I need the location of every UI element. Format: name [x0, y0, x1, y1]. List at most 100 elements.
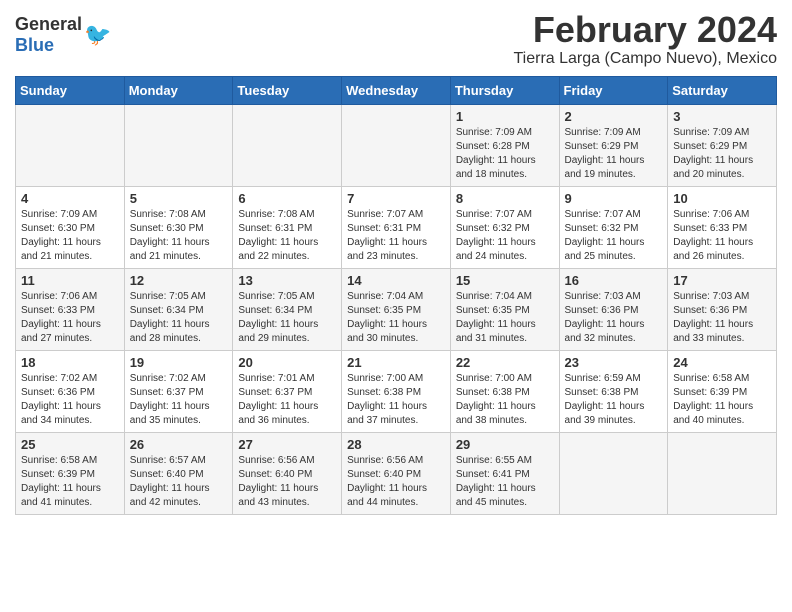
calendar-cell: 6 Sunrise: 7:08 AM Sunset: 6:31 PM Daylig…	[233, 186, 342, 268]
day-info: Sunrise: 7:04 AM Sunset: 6:35 PM Dayligh…	[347, 290, 445, 346]
day-number: 25	[21, 437, 119, 452]
calendar-cell: 7 Sunrise: 7:07 AM Sunset: 6:31 PM Daylig…	[342, 186, 451, 268]
day-info: Sunrise: 7:09 AM Sunset: 6:28 PM Dayligh…	[456, 126, 554, 182]
calendar-cell: 17Sunrise: 7:03 AM Sunset: 6:36 PM Dayli…	[668, 268, 777, 350]
logo: General Blue 🐦	[15, 14, 111, 56]
day-number: 14	[347, 273, 445, 288]
day-info: Sunrise: 7:08 AM Sunset: 6:30 PM Dayligh…	[130, 208, 228, 264]
calendar-cell: 1 Sunrise: 7:09 AM Sunset: 6:28 PM Daylig…	[450, 104, 559, 186]
calendar-cell	[124, 104, 233, 186]
calendar-week-4: 18 Sunrise: 7:02 AM Sunset: 6:36 PM Dayli…	[16, 350, 777, 432]
day-info: Sunrise: 7:09 AM Sunset: 6:29 PM Dayligh…	[565, 126, 663, 182]
logo-text: General Blue	[15, 14, 82, 56]
calendar-cell	[668, 432, 777, 514]
day-info: Sunrise: 6:55 AM Sunset: 6:41 PM Dayligh…	[456, 454, 554, 510]
day-number: 20	[238, 355, 336, 370]
calendar-week-2: 4 Sunrise: 7:09 AM Sunset: 6:30 PM Daylig…	[16, 186, 777, 268]
header-wednesday: Wednesday	[342, 76, 451, 104]
calendar-cell: 23 Sunrise: 6:59 AM Sunset: 6:38 PM Dayli…	[559, 350, 668, 432]
day-number: 6	[238, 191, 336, 206]
calendar-cell: 2Sunrise: 7:09 AM Sunset: 6:29 PM Daylig…	[559, 104, 668, 186]
header: General Blue 🐦 February 2024 Tierra Larg…	[15, 10, 777, 68]
calendar-cell: 10 Sunrise: 7:06 AM Sunset: 6:33 PM Dayli…	[668, 186, 777, 268]
calendar-week-3: 11 Sunrise: 7:06 AM Sunset: 6:33 PM Dayli…	[16, 268, 777, 350]
day-info: Sunrise: 7:09 AM Sunset: 6:29 PM Dayligh…	[673, 126, 771, 182]
day-info: Sunrise: 7:06 AM Sunset: 6:33 PM Dayligh…	[673, 208, 771, 264]
day-info: Sunrise: 7:07 AM Sunset: 6:32 PM Dayligh…	[456, 208, 554, 264]
calendar-cell: 25 Sunrise: 6:58 AM Sunset: 6:39 PM Dayli…	[16, 432, 125, 514]
day-info: Sunrise: 7:03 AM Sunset: 6:36 PM Dayligh…	[673, 290, 771, 346]
location-subtitle: Tierra Larga (Campo Nuevo), Mexico	[514, 50, 778, 68]
day-number: 28	[347, 437, 445, 452]
day-number: 22	[456, 355, 554, 370]
logo-general: General	[15, 14, 82, 34]
bird-icon: 🐦	[84, 22, 111, 48]
day-number: 24	[673, 355, 771, 370]
day-number: 18	[21, 355, 119, 370]
day-info: Sunrise: 7:06 AM Sunset: 6:33 PM Dayligh…	[21, 290, 119, 346]
header-friday: Friday	[559, 76, 668, 104]
calendar-cell: 20Sunrise: 7:01 AM Sunset: 6:37 PM Dayli…	[233, 350, 342, 432]
header-sunday: Sunday	[16, 76, 125, 104]
calendar-cell: 12 Sunrise: 7:05 AM Sunset: 6:34 PM Dayli…	[124, 268, 233, 350]
calendar-cell: 27Sunrise: 6:56 AM Sunset: 6:40 PM Dayli…	[233, 432, 342, 514]
day-number: 1	[456, 109, 554, 124]
calendar-cell: 29 Sunrise: 6:55 AM Sunset: 6:41 PM Dayli…	[450, 432, 559, 514]
day-info: Sunrise: 7:09 AM Sunset: 6:30 PM Dayligh…	[21, 208, 119, 264]
calendar-week-5: 25 Sunrise: 6:58 AM Sunset: 6:39 PM Dayli…	[16, 432, 777, 514]
header-thursday: Thursday	[450, 76, 559, 104]
day-info: Sunrise: 6:56 AM Sunset: 6:40 PM Dayligh…	[347, 454, 445, 510]
day-number: 15	[456, 273, 554, 288]
calendar-cell: 21 Sunrise: 7:00 AM Sunset: 6:38 PM Dayli…	[342, 350, 451, 432]
day-number: 21	[347, 355, 445, 370]
day-number: 7	[347, 191, 445, 206]
header-tuesday: Tuesday	[233, 76, 342, 104]
calendar-cell: 22 Sunrise: 7:00 AM Sunset: 6:38 PM Dayli…	[450, 350, 559, 432]
day-info: Sunrise: 6:56 AM Sunset: 6:40 PM Dayligh…	[238, 454, 336, 510]
day-info: Sunrise: 6:58 AM Sunset: 6:39 PM Dayligh…	[673, 372, 771, 428]
day-number: 26	[130, 437, 228, 452]
day-info: Sunrise: 7:00 AM Sunset: 6:38 PM Dayligh…	[347, 372, 445, 428]
calendar-cell: 3Sunrise: 7:09 AM Sunset: 6:29 PM Daylig…	[668, 104, 777, 186]
day-info: Sunrise: 7:05 AM Sunset: 6:34 PM Dayligh…	[130, 290, 228, 346]
day-number: 11	[21, 273, 119, 288]
calendar-header-row: SundayMondayTuesdayWednesdayThursdayFrid…	[16, 76, 777, 104]
day-number: 29	[456, 437, 554, 452]
day-info: Sunrise: 7:03 AM Sunset: 6:36 PM Dayligh…	[565, 290, 663, 346]
logo-blue: Blue	[15, 35, 54, 55]
day-info: Sunrise: 7:08 AM Sunset: 6:31 PM Dayligh…	[238, 208, 336, 264]
day-number: 8	[456, 191, 554, 206]
calendar-cell: 28 Sunrise: 6:56 AM Sunset: 6:40 PM Dayli…	[342, 432, 451, 514]
calendar-cell: 24 Sunrise: 6:58 AM Sunset: 6:39 PM Dayli…	[668, 350, 777, 432]
calendar-cell: 11 Sunrise: 7:06 AM Sunset: 6:33 PM Dayli…	[16, 268, 125, 350]
calendar-cell: 15 Sunrise: 7:04 AM Sunset: 6:35 PM Dayli…	[450, 268, 559, 350]
day-info: Sunrise: 7:04 AM Sunset: 6:35 PM Dayligh…	[456, 290, 554, 346]
header-saturday: Saturday	[668, 76, 777, 104]
day-info: Sunrise: 7:05 AM Sunset: 6:34 PM Dayligh…	[238, 290, 336, 346]
day-info: Sunrise: 7:07 AM Sunset: 6:31 PM Dayligh…	[347, 208, 445, 264]
day-number: 5	[130, 191, 228, 206]
calendar-cell: 9Sunrise: 7:07 AM Sunset: 6:32 PM Daylig…	[559, 186, 668, 268]
day-info: Sunrise: 6:58 AM Sunset: 6:39 PM Dayligh…	[21, 454, 119, 510]
day-number: 16	[565, 273, 663, 288]
day-info: Sunrise: 7:02 AM Sunset: 6:36 PM Dayligh…	[21, 372, 119, 428]
day-number: 12	[130, 273, 228, 288]
day-number: 23	[565, 355, 663, 370]
calendar-cell: 13Sunrise: 7:05 AM Sunset: 6:34 PM Dayli…	[233, 268, 342, 350]
day-info: Sunrise: 7:07 AM Sunset: 6:32 PM Dayligh…	[565, 208, 663, 264]
calendar-cell: 8 Sunrise: 7:07 AM Sunset: 6:32 PM Daylig…	[450, 186, 559, 268]
day-info: Sunrise: 6:57 AM Sunset: 6:40 PM Dayligh…	[130, 454, 228, 510]
day-number: 4	[21, 191, 119, 206]
calendar-cell	[342, 104, 451, 186]
calendar-cell: 4 Sunrise: 7:09 AM Sunset: 6:30 PM Daylig…	[16, 186, 125, 268]
day-info: Sunrise: 7:00 AM Sunset: 6:38 PM Dayligh…	[456, 372, 554, 428]
page-title: February 2024	[514, 10, 778, 50]
calendar-cell	[16, 104, 125, 186]
calendar-table: SundayMondayTuesdayWednesdayThursdayFrid…	[15, 76, 777, 515]
day-number: 10	[673, 191, 771, 206]
day-number: 19	[130, 355, 228, 370]
day-info: Sunrise: 6:59 AM Sunset: 6:38 PM Dayligh…	[565, 372, 663, 428]
calendar-cell: 5 Sunrise: 7:08 AM Sunset: 6:30 PM Daylig…	[124, 186, 233, 268]
calendar-week-1: 1 Sunrise: 7:09 AM Sunset: 6:28 PM Daylig…	[16, 104, 777, 186]
calendar-cell: 18 Sunrise: 7:02 AM Sunset: 6:36 PM Dayli…	[16, 350, 125, 432]
